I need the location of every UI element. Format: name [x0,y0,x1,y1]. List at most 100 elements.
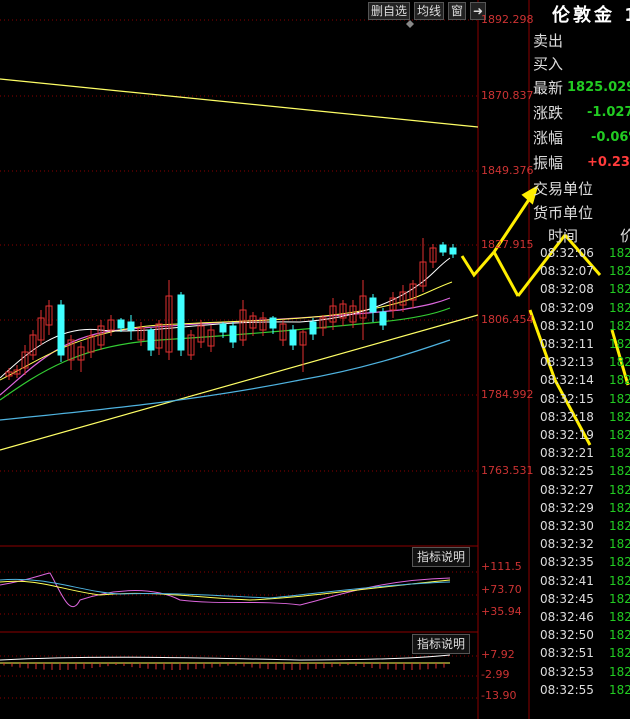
tick-time: 08:32:46 [540,610,594,624]
amplitude-label: 振幅 [533,154,564,172]
tick-time: 08:32:06 [540,246,594,260]
trend-line [0,314,479,451]
amplitude-value: +0.23% [587,155,630,170]
candle-body [147,329,155,351]
moving-average-button[interactable]: 均线 [414,2,445,20]
col-price-header: 价 [620,227,630,245]
tick-price: 182 [609,300,630,315]
delete-watchlist-button[interactable]: 删自选 [368,2,411,20]
tick-time: 08:32:21 [540,446,594,461]
price-tick: 1806.454 [481,313,534,326]
tick-time: 08:32:32 [540,537,594,552]
tick-price: 182 [609,246,630,260]
ind1-purple-line [0,572,451,608]
ind1-tick: +35.94 [481,605,522,618]
price-tick: 1763.531 [481,464,534,477]
indicator2-help-button[interactable]: 指标说明 [412,634,470,654]
tick-time: 08:32:11 [540,337,594,351]
tick-time: 08:32:18 [540,409,594,424]
tick-price: 182 [609,500,630,515]
tick-price: 182 [609,337,630,351]
candle-body [369,297,377,313]
tick-time: 08:32:35 [540,555,594,570]
tick-price: 182 [609,428,630,442]
candle-body [57,304,65,356]
tick-time: 08:32:29 [540,500,594,515]
change-value: -1.0270 [587,105,630,120]
tick-price: 182 [609,446,630,461]
ind1-tick: +111.5 [481,560,522,573]
tick-time: 08:32:25 [540,464,594,479]
tick-price: 182 [609,264,630,279]
candle-body [439,244,447,253]
tick-price: 182 [609,482,630,497]
tick-time: 08:32:27 [540,482,594,497]
tick-price: 182 [609,355,630,370]
ind2-bars [3,663,445,670]
candle-body [309,321,317,335]
price-tick: 1784.992 [481,388,534,401]
tick-price: 182 [609,610,630,624]
price-tick: 1827.915 [481,238,534,251]
tick-time: 08:32:15 [540,391,594,406]
pct-change-value: -0.06% [591,130,630,145]
change-label: 涨跌 [533,104,564,122]
candle-body [289,329,297,346]
latest-label: 最新 [533,79,564,97]
tick-price: 182 [609,409,630,424]
ind1-yellow-line [0,579,451,601]
price-tick: 1849.376 [481,164,534,177]
candlesticks [5,238,457,380]
ind2-tick: -2.99 [481,668,510,681]
latest-value: 1825.0297 [567,80,630,95]
candle-body [177,294,185,351]
candle-body [269,317,277,329]
tick-time: 08:32:08 [540,282,594,297]
tick-time: 08:32:41 [540,573,594,588]
tick-price: 182 [609,628,630,643]
tick-time: 08:32:53 [540,664,594,679]
tick-price: 182 [609,464,630,479]
tick-time: 08:32:10 [540,318,594,333]
tick-price: 182 [609,682,630,697]
tick-time: 08:32:07 [540,264,594,279]
tick-time: 08:32:45 [540,591,594,606]
ind2-tick: +7.92 [481,648,515,661]
tick-time: 08:32:50 [540,628,594,643]
tick-price: 182 [609,282,630,297]
tick-time: 08:32:09 [540,300,594,315]
tick-time: 08:32:14 [540,373,594,388]
chart-toolbar: 删自选 均线 窗 ➜ [368,2,487,20]
long-ma-line [0,78,479,128]
scroll-marker-icon [406,20,414,28]
price-tick: 1892.298 [481,13,534,26]
tick-price: 182 [609,373,630,388]
tick-price: 182 [609,537,630,552]
tick-time: 08:32:55 [540,682,594,697]
tick-price: 182 [609,391,630,406]
col-time-header: 时间 [548,227,579,245]
window-button[interactable]: 窗 [448,2,467,20]
tick-time: 08:32:13 [540,355,594,370]
buy-label: 买入 [533,55,564,73]
sell-label: 卖出 [533,32,564,50]
instrument-title: 伦敦金 1 [552,5,630,26]
ind1-tick: +73.70 [481,583,522,596]
candle-body [117,319,125,329]
pct-change-label: 涨幅 [533,129,564,147]
tick-price: 182 [609,555,630,570]
indicator1-help-button[interactable]: 指标说明 [412,547,470,567]
price-tick: 1870.837 [481,89,534,102]
candle-body [449,247,457,255]
tick-price: 182 [609,573,630,588]
annot-arrow-3 [492,251,520,297]
tick-price: 182 [609,664,630,679]
tick-price: 182 [609,519,630,533]
tick-price: 182 [609,591,630,606]
tick-time: 08:32:51 [540,646,594,661]
candle-body [229,325,237,343]
tick-time: 08:32:19 [540,428,594,442]
tick-price: 182 [609,318,630,333]
trade-unit-label: 交易单位 [533,180,594,198]
candle-body [127,321,135,331]
